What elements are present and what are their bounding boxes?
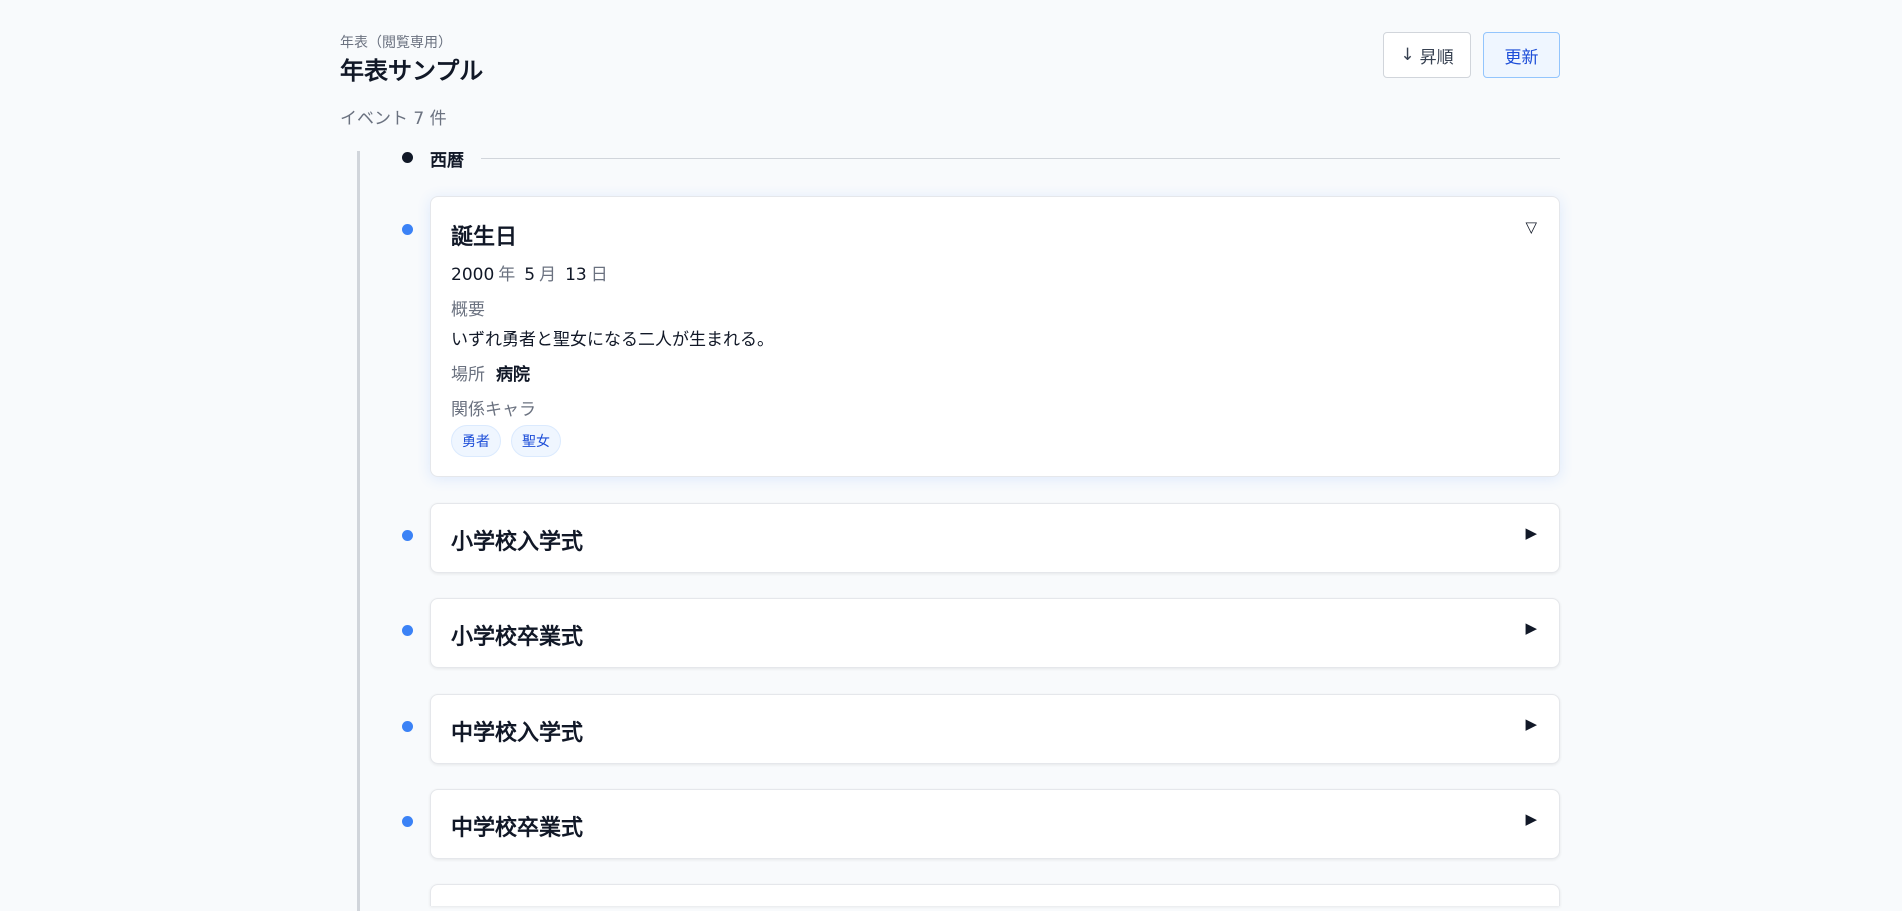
place-label: 場所 [451,365,485,385]
event-title: 中学校卒業式 [451,816,584,841]
era-header: 西暦 [402,146,1560,171]
expand-toggle-icon[interactable]: ▶ [1525,715,1537,733]
characters-label: 関係キャラ [451,400,536,420]
character-tags: 勇者 聖女 [451,425,561,457]
date-day-unit: 日 [590,265,608,285]
event-dot [402,224,413,235]
date-month: 5 [524,265,536,285]
event-card[interactable]: 中学校卒業式 ▶ [430,789,1560,859]
place-value: 病院 [496,365,530,385]
event-dot [402,625,413,636]
event-dot [402,530,413,541]
page-title: 年表サンプル [340,57,484,85]
character-tag: 勇者 [451,425,501,457]
sort-order-button[interactable]: ↓ 昇順 [1383,32,1471,78]
date-month-unit: 月 [539,265,557,285]
page-subtitle: 年表（閲覧専用） [340,35,452,51]
summary-label: 概要 [451,300,485,320]
event-card[interactable]: 小学校入学式 ▶ [430,503,1560,573]
event-dot [402,816,413,827]
refresh-button[interactable]: 更新 [1483,32,1560,78]
event-card[interactable]: 誕生日 ▽ 2000 年 5 月 13 日 概要 いずれ勇者と聖女になる二人が生まれる。 … [430,196,1560,477]
character-tag: 聖女 [511,425,561,457]
event-title: 誕生日 [451,225,518,250]
event-card[interactable]: 中学校入学式 ▶ [430,694,1560,764]
event-date: 2000 年 5 月 13 日 [451,260,617,285]
event-title: 小学校卒業式 [451,625,584,650]
date-year: 2000 [451,265,495,285]
event-card[interactable] [430,884,1560,906]
event-dot [402,721,413,732]
date-year-unit: 年 [498,265,516,285]
era-divider [481,158,1560,159]
event-card[interactable]: 小学校卒業式 ▶ [430,598,1560,668]
timeline-line [357,151,360,911]
event-count: イベント 7 件 [340,109,447,129]
sort-order-label: 昇順 [1419,47,1454,68]
expand-toggle-icon[interactable]: ▶ [1525,524,1537,542]
expand-toggle-icon[interactable]: ▶ [1525,619,1537,637]
collapse-toggle-icon[interactable]: ▽ [1525,218,1537,236]
era-label: 西暦 [430,151,464,171]
arrow-down-icon: ↓ [1400,45,1415,65]
event-title: 小学校入学式 [451,530,584,555]
date-day: 13 [565,265,587,285]
era-dot [402,152,413,163]
expand-toggle-icon[interactable]: ▶ [1525,810,1537,828]
event-title: 中学校入学式 [451,721,584,746]
summary-text: いずれ勇者と聖女になる二人が生まれる。 [451,330,774,350]
